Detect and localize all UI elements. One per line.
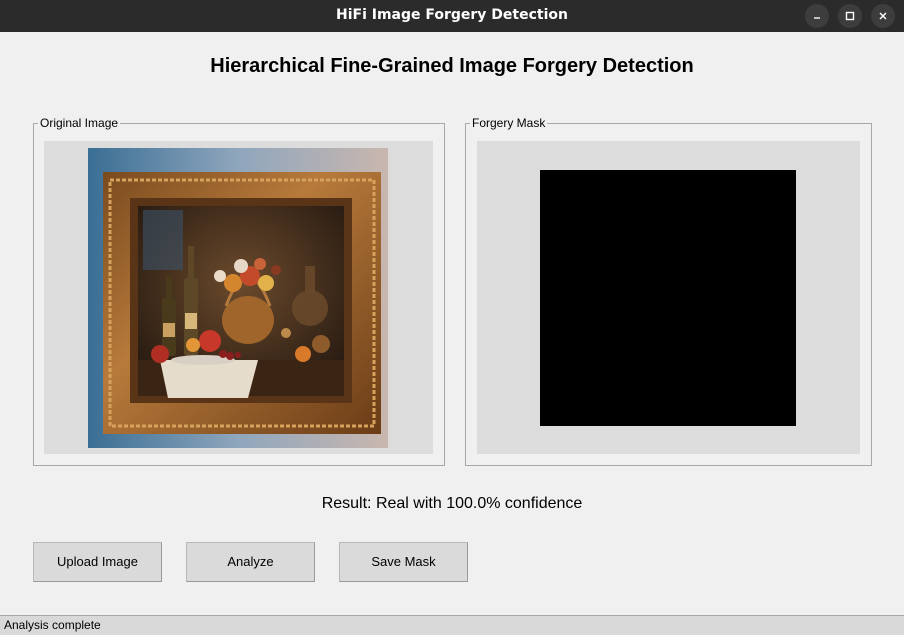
maximize-icon — [845, 11, 855, 21]
forgery-mask-image — [540, 170, 796, 426]
minimize-button[interactable] — [805, 4, 829, 28]
forgery-mask-panel: Forgery Mask — [465, 116, 872, 466]
forgery-mask-canvas — [477, 141, 860, 454]
page-title: Hierarchical Fine-Grained Image Forgery … — [210, 55, 694, 77]
forgery-mask-label: Forgery Mask — [470, 116, 548, 131]
original-image-canvas — [44, 141, 433, 454]
close-icon — [879, 12, 887, 20]
status-bar: Analysis complete — [0, 615, 904, 635]
maximize-button[interactable] — [838, 4, 862, 28]
status-text: Analysis complete — [4, 618, 101, 632]
save-mask-button[interactable]: Save Mask — [339, 542, 468, 582]
close-button[interactable] — [871, 4, 895, 28]
window-titlebar: HiFi Image Forgery Detection — [0, 0, 904, 32]
original-image-label: Original Image — [38, 116, 121, 131]
analyze-button[interactable]: Analyze — [186, 542, 315, 582]
original-image-panel: Original Image — [33, 116, 445, 466]
window-title: HiFi Image Forgery Detection — [335, 7, 568, 23]
result-text: Result: Real with 100.0% confidence — [321, 495, 583, 512]
minimize-icon — [814, 17, 820, 19]
original-image — [88, 148, 388, 448]
upload-image-button[interactable]: Upload Image — [33, 542, 162, 582]
